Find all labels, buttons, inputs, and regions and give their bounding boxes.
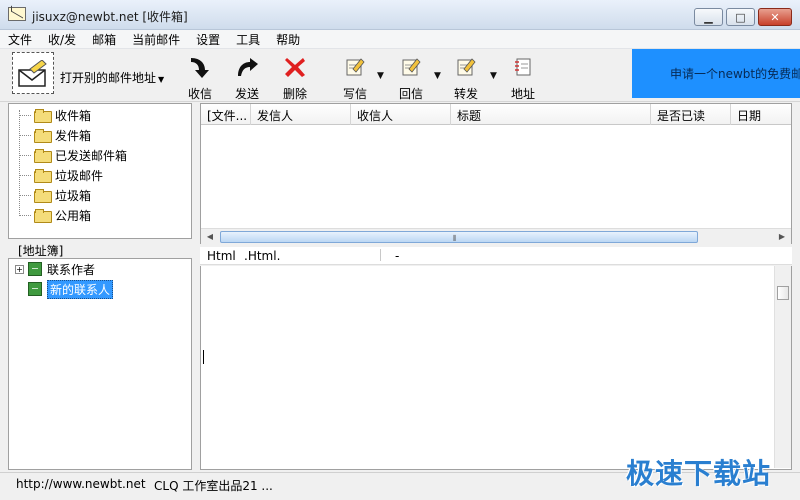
mail-preview-pane[interactable] <box>200 266 792 470</box>
scroll-thumb[interactable]: ⦀ <box>220 231 698 243</box>
folder-outbox[interactable]: 发件箱 <box>19 127 91 143</box>
address-label: 地址 <box>510 87 535 101</box>
delete-label: 删除 <box>282 87 307 101</box>
address-book-header: [地址簿] <box>8 240 192 258</box>
send-arrow-icon <box>238 58 258 76</box>
column-subject[interactable]: 标题 <box>451 104 651 125</box>
mail-list[interactable]: [文件... 发信人 收信人 标题 是否已读 日期 ◀ ⦀ ▶ <box>200 103 792 244</box>
scroll-left-icon[interactable]: ◀ <box>202 230 218 244</box>
folder-trash[interactable]: 垃圾箱 <box>19 187 91 203</box>
text-caret <box>203 350 204 364</box>
folder-icon <box>34 189 52 203</box>
reply-button[interactable]: 回信 <box>391 53 431 101</box>
compose-button[interactable]: 写信 <box>335 53 375 101</box>
toolbar: 打开别的邮件地址 ▼ 收信 发送 删除 写信 ▼ 回信 ▼ 转发 ▼ 地址 申请一… <box>0 49 800 102</box>
minimize-button[interactable]: ▁ <box>694 8 723 26</box>
watermark-logo: 极速下载站 <box>626 457 772 490</box>
separator <box>380 249 381 261</box>
window-title: jisuxz@newbt.net [收件箱] <box>32 10 188 24</box>
receive-button[interactable]: 收信 <box>180 53 220 101</box>
menu-send-receive[interactable]: 收/发 <box>48 31 76 48</box>
title-bar: jisuxz@newbt.net [收件箱] ▁ □ ✕ <box>0 0 800 30</box>
forward-icon <box>457 58 476 76</box>
html-file-label[interactable]: .Html. <box>244 249 280 263</box>
delete-x-icon <box>285 58 305 77</box>
scroll-thumb[interactable] <box>777 286 789 300</box>
contact-new[interactable]: 新的联系人 <box>28 279 114 299</box>
open-address-label[interactable]: 打开别的邮件地址 ▼ <box>60 69 164 86</box>
forward-dropdown-icon[interactable]: ▼ <box>490 71 497 81</box>
column-recipient[interactable]: 收信人 <box>351 104 451 125</box>
html-label[interactable]: Html <box>207 249 236 263</box>
preview-toolbar: Html .Html. - <box>200 247 792 265</box>
reply-dropdown-icon[interactable]: ▼ <box>434 71 441 81</box>
column-read[interactable]: 是否已读 <box>651 104 731 125</box>
folder-inbox[interactable]: 收件箱 <box>19 107 91 123</box>
folder-icon <box>34 169 52 183</box>
folder-icon <box>34 129 52 143</box>
status-credit: CLQ 工作室出品21 ... <box>154 479 273 493</box>
close-button[interactable]: ✕ <box>758 8 792 26</box>
compose-label: 写信 <box>342 87 367 101</box>
column-headers: [文件... 发信人 收信人 标题 是否已读 日期 <box>201 104 791 125</box>
vertical-scrollbar[interactable] <box>774 266 791 468</box>
horizontal-scrollbar[interactable]: ◀ ⦀ ▶ <box>201 228 791 244</box>
attachment-dash: - <box>395 249 400 263</box>
reply-label: 回信 <box>398 87 423 101</box>
envelope-pencil-icon <box>18 60 47 87</box>
contact-book-icon <box>28 282 42 296</box>
contact-book-icon <box>28 262 42 276</box>
send-button[interactable]: 发送 <box>227 53 267 101</box>
scroll-right-icon[interactable]: ▶ <box>774 230 790 244</box>
reply-icon <box>402 58 421 76</box>
menu-file[interactable]: 文件 <box>8 31 32 48</box>
forward-label: 转发 <box>453 87 478 101</box>
menu-current-mail[interactable]: 当前邮件 <box>132 31 180 48</box>
receive-label: 收信 <box>187 87 212 101</box>
status-url: http://www.newbt.net <box>16 477 146 491</box>
promo-banner[interactable]: 申请一个newbt的免费邮 <box>632 49 800 98</box>
column-sender[interactable]: 发信人 <box>251 104 351 125</box>
folder-spam[interactable]: 垃圾邮件 <box>19 167 103 183</box>
chevron-down-icon: ▼ <box>158 75 165 84</box>
folder-sent[interactable]: 已发送邮件箱 <box>19 147 127 163</box>
forward-button[interactable]: 转发 <box>446 53 486 101</box>
column-date[interactable]: 日期 <box>731 104 791 125</box>
delete-button[interactable]: 删除 <box>275 53 315 101</box>
address-button[interactable]: 地址 <box>503 53 543 101</box>
menu-help[interactable]: 帮助 <box>276 31 300 48</box>
menu-tools[interactable]: 工具 <box>236 31 260 48</box>
contact-author[interactable]: + 联系作者 <box>15 260 95 278</box>
folder-icon <box>34 209 52 223</box>
grip-icon: ⦀ <box>453 234 457 243</box>
compose-icon <box>346 58 365 76</box>
compose-dropdown-icon[interactable]: ▼ <box>377 71 384 81</box>
column-file[interactable]: [文件... <box>201 104 251 125</box>
menu-mailbox[interactable]: 邮箱 <box>92 31 116 48</box>
menu-settings[interactable]: 设置 <box>196 31 220 48</box>
maximize-button[interactable]: □ <box>726 8 755 26</box>
folder-icon <box>34 149 52 163</box>
folder-tree: 收件箱 发件箱 已发送邮件箱 垃圾邮件 垃圾箱 公用箱 <box>8 103 192 239</box>
app-envelope-icon <box>8 7 26 21</box>
open-address-button[interactable] <box>12 52 54 94</box>
send-label: 发送 <box>234 87 259 101</box>
expand-plus-icon[interactable]: + <box>15 264 24 274</box>
address-book-icon <box>515 58 531 76</box>
menu-bar: 文件 收/发 邮箱 当前邮件 设置 工具 帮助 <box>0 30 800 49</box>
folder-public[interactable]: 公用箱 <box>19 207 91 223</box>
folder-icon <box>34 109 52 123</box>
address-book-tree: + 联系作者 新的联系人 <box>8 258 192 470</box>
receive-arrow-icon <box>191 58 209 78</box>
